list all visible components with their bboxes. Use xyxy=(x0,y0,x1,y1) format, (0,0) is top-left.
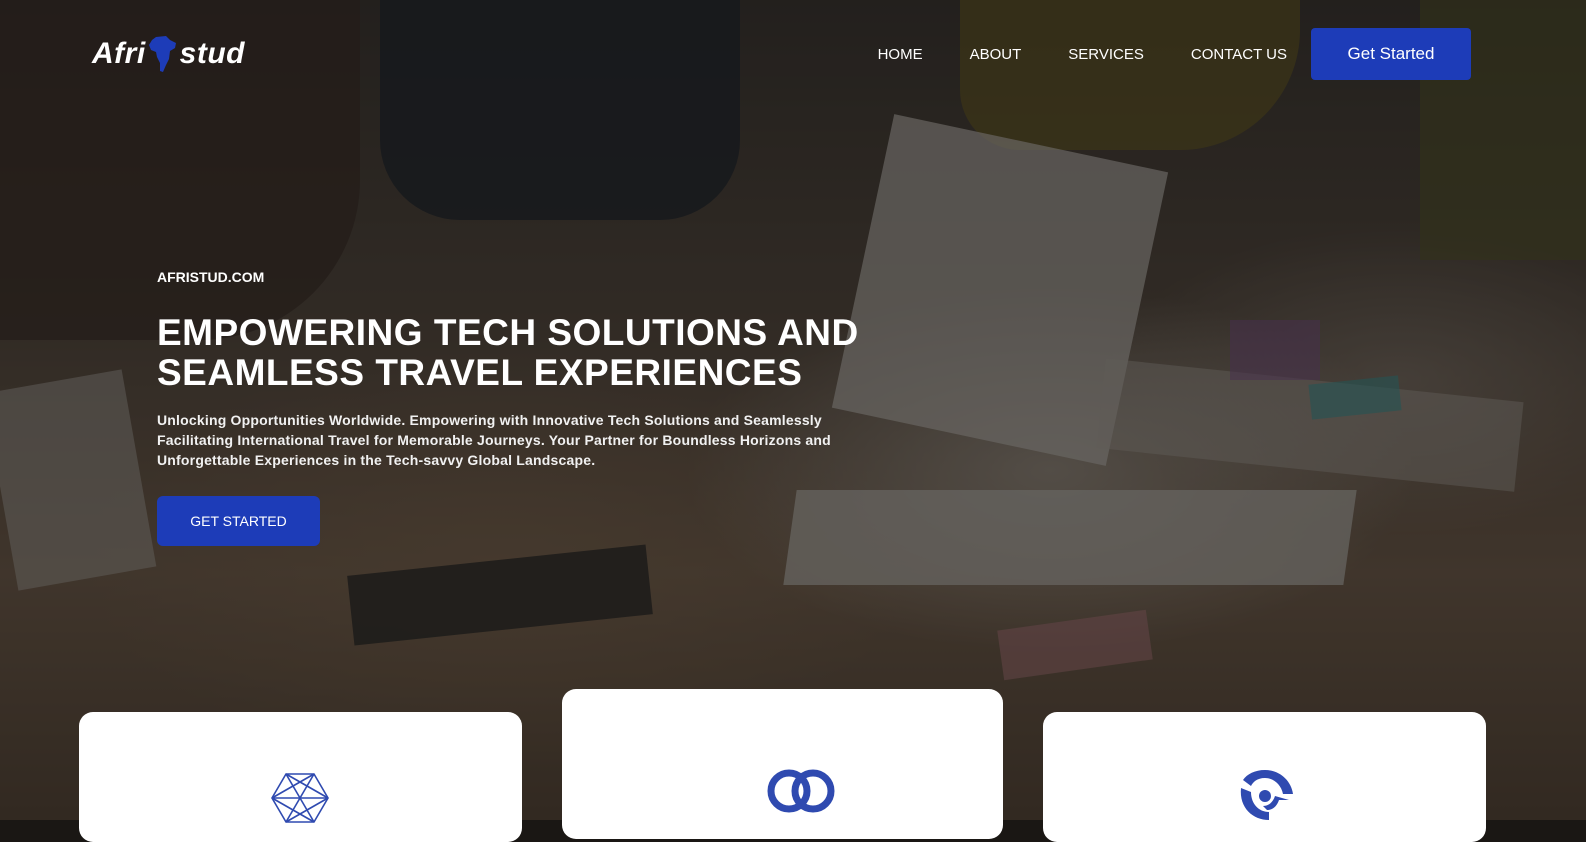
hero-subtitle: Unlocking Opportunities Worldwide. Empow… xyxy=(157,412,831,468)
nav-contact-us[interactable]: CONTACT US xyxy=(1191,46,1287,63)
logo-text-left: Afri xyxy=(92,37,146,70)
feature-card-3[interactable] xyxy=(1043,712,1486,842)
get-started-button-header[interactable]: Get Started xyxy=(1311,28,1471,80)
hexagon-mesh-icon xyxy=(271,773,329,823)
feature-card-1[interactable] xyxy=(79,712,522,842)
logo-text-right: stud xyxy=(179,37,245,70)
hero-eyebrow: AFRISTUD.COM xyxy=(157,269,265,285)
site-logo[interactable]: Afri stud xyxy=(92,34,245,74)
feature-card-2[interactable] xyxy=(562,689,1003,839)
nav-services[interactable]: SERVICES xyxy=(1068,46,1144,63)
interlocking-rings-icon xyxy=(767,769,835,813)
hero-title: EMPOWERING TECH SOLUTIONS AND SEAMLESS T… xyxy=(157,312,859,393)
nav-about[interactable]: ABOUT xyxy=(970,46,1022,63)
swirl-icon xyxy=(1240,770,1293,820)
africa-map-icon xyxy=(148,36,176,72)
nav-home[interactable]: HOME xyxy=(878,46,923,63)
main-nav: HOME ABOUT SERVICES CONTACT US Get Start… xyxy=(878,28,1586,80)
get-started-button-hero[interactable]: GET STARTED xyxy=(157,496,320,546)
